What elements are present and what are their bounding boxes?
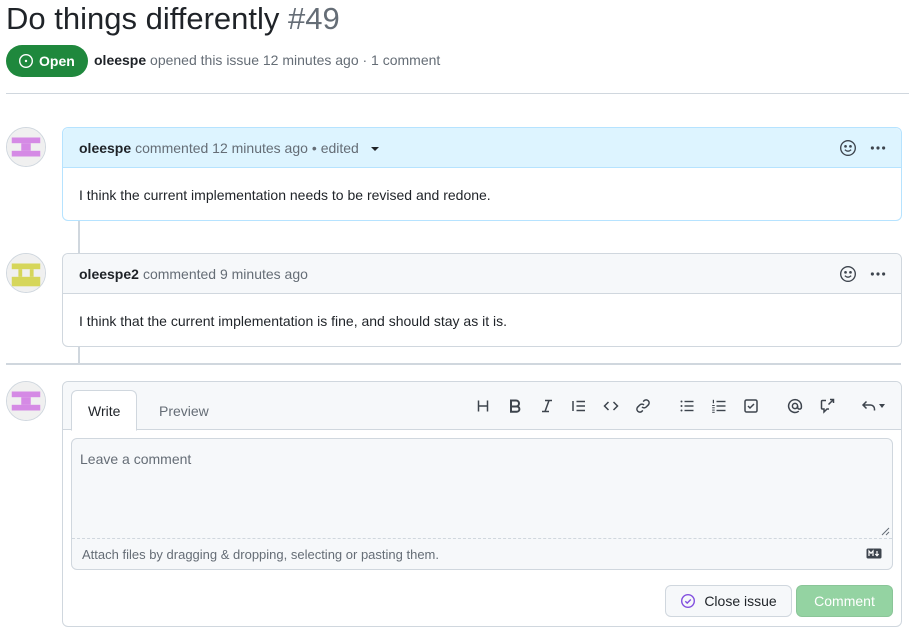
cross-reference-icon (820, 398, 835, 414)
bulleted-list-icon (680, 400, 694, 412)
issue-meta: oleespe opened this issue 12 minutes ago… (94, 52, 440, 68)
close-issue-label: Close issue (704, 593, 777, 609)
task-list-button[interactable] (735, 394, 767, 418)
more-options-icon[interactable] (869, 139, 887, 157)
issue-author-link[interactable]: oleespe (94, 52, 146, 68)
cross-reference-button[interactable] (811, 394, 843, 418)
comment-author-link[interactable]: oleespe (79, 140, 131, 156)
bold-button[interactable] (499, 394, 531, 418)
mention-icon (787, 398, 803, 414)
comment-author-link[interactable]: oleespe2 (79, 266, 139, 282)
code-icon (603, 401, 619, 411)
avatar[interactable] (6, 253, 46, 293)
avatar[interactable] (6, 127, 46, 167)
comment-editor: Attach files by dragging & dropping, sel… (71, 438, 893, 570)
task-list-icon (744, 399, 758, 413)
comment-timestamp[interactable]: commented 9 minutes ago (143, 266, 308, 282)
link-icon (636, 399, 650, 413)
attach-hint: Attach files by dragging & dropping, sel… (82, 546, 439, 562)
comment-textarea[interactable] (72, 439, 892, 538)
comment-header: oleespe2 commented 9 minutes ago (63, 254, 901, 294)
issue-open-icon (18, 53, 34, 69)
issue-number: #49 (288, 1, 340, 36)
numbered-list-button[interactable] (703, 394, 735, 418)
issue-title: Do things differently #49 (6, 0, 340, 38)
add-reaction-icon[interactable] (839, 139, 857, 157)
issue-state-label: Open (39, 53, 75, 69)
avatar[interactable] (6, 381, 46, 421)
tab-preview[interactable]: Preview (143, 390, 225, 431)
timeline-connector (78, 346, 80, 364)
file-attachment-bar[interactable]: Attach files by dragging & dropping, sel… (72, 538, 892, 569)
italic-icon (542, 399, 552, 413)
markdown-icon[interactable] (866, 548, 882, 559)
comment-header: oleespe commented 12 minutes ago • edite… (63, 128, 901, 168)
markdown-toolbar (467, 394, 891, 418)
identicon-avatar (7, 382, 45, 420)
close-issue-button[interactable]: Close issue (665, 585, 792, 617)
timeline-divider (6, 363, 901, 365)
more-options-icon[interactable] (869, 265, 887, 283)
reply-icon (861, 400, 876, 411)
identicon-avatar (7, 128, 45, 166)
timeline-connector (78, 220, 80, 254)
heading-icon (477, 400, 489, 412)
bulleted-list-button[interactable] (671, 394, 703, 418)
edited-dropdown[interactable]: • edited (312, 140, 379, 156)
link-button[interactable] (627, 394, 659, 418)
comment-body: I think the current implementation needs… (79, 187, 491, 203)
comment-body: I think that the current implementation … (79, 313, 507, 329)
comment-submit-button[interactable]: Comment (796, 585, 893, 617)
add-reaction-icon[interactable] (839, 265, 857, 283)
issue-closed-icon (681, 593, 696, 609)
reply-button[interactable] (855, 394, 891, 418)
quote-icon (572, 400, 585, 412)
chevron-down-icon (879, 404, 885, 408)
tab-write[interactable]: Write (71, 390, 138, 431)
new-comment-form: Write Preview Leave a comment Attach fil… (62, 381, 902, 627)
chevron-down-icon (370, 146, 379, 151)
code-button[interactable] (595, 394, 627, 418)
comment-timestamp[interactable]: commented 12 minutes ago (135, 140, 308, 156)
header-divider (6, 93, 909, 94)
italic-button[interactable] (531, 394, 563, 418)
edited-label: • edited (311, 139, 359, 156)
bold-icon (510, 399, 521, 413)
quote-button[interactable] (563, 394, 595, 418)
numbered-list-icon (712, 399, 726, 413)
mention-button[interactable] (779, 394, 811, 418)
comment: oleespe commented 12 minutes ago • edite… (62, 127, 902, 221)
issue-title-text: Do things differently (6, 1, 280, 36)
heading-button[interactable] (467, 394, 499, 418)
identicon-avatar (7, 254, 45, 292)
resize-grip-icon[interactable] (881, 527, 890, 536)
issue-state-badge: Open (6, 45, 88, 77)
comment: oleespe2 commented 9 minutes ago I think… (62, 253, 902, 347)
issue-meta-text: opened this issue 12 minutes ago · 1 com… (150, 52, 441, 68)
editor-tabbar: Write Preview (63, 382, 901, 431)
